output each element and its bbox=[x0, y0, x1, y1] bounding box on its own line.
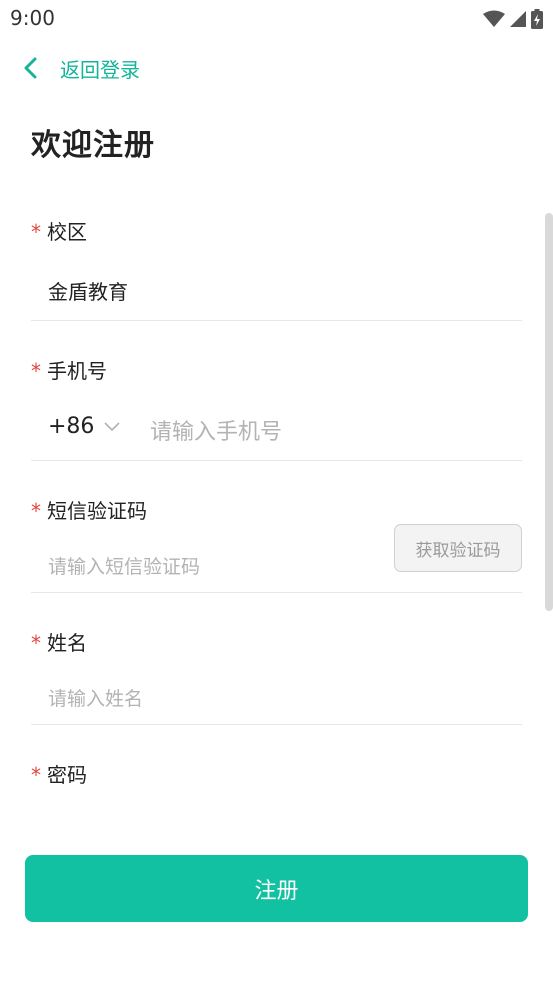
wifi-icon bbox=[483, 10, 505, 27]
chevron-left-icon bbox=[24, 57, 37, 79]
back-label: 返回登录 bbox=[60, 57, 140, 82]
divider bbox=[31, 592, 522, 593]
signal-icon bbox=[510, 11, 526, 27]
required-mark: * bbox=[31, 220, 41, 244]
required-mark: * bbox=[31, 359, 41, 383]
battery-icon bbox=[531, 9, 543, 29]
phone-input[interactable]: 请输入手机号 bbox=[150, 414, 282, 446]
get-code-button[interactable]: 获取验证码 bbox=[394, 524, 522, 572]
scrollbar[interactable] bbox=[545, 213, 553, 611]
page-title: 欢迎注册 bbox=[31, 128, 155, 163]
divider bbox=[31, 460, 522, 461]
name-label: * 姓名 bbox=[31, 631, 87, 655]
sms-code-input[interactable]: 请输入短信验证码 bbox=[48, 552, 200, 579]
register-button[interactable]: 注册 bbox=[25, 855, 528, 922]
password-label: * 密码 bbox=[31, 763, 87, 787]
campus-label: * 校区 bbox=[31, 220, 87, 244]
divider bbox=[31, 320, 522, 321]
divider bbox=[31, 724, 522, 725]
phone-label: * 手机号 bbox=[31, 359, 107, 383]
campus-field[interactable]: 金盾教育 bbox=[48, 276, 128, 305]
status-time: 9:00 bbox=[10, 6, 55, 30]
back-to-login[interactable]: 返回登录 bbox=[22, 52, 140, 84]
required-mark: * bbox=[31, 763, 41, 787]
sms-code-label: * 短信验证码 bbox=[31, 499, 147, 523]
name-input[interactable]: 请输入姓名 bbox=[48, 684, 143, 711]
required-mark: * bbox=[31, 631, 41, 655]
country-code-value: +86 bbox=[48, 414, 95, 439]
chevron-down-icon bbox=[104, 421, 121, 431]
required-mark: * bbox=[31, 499, 41, 523]
country-code-select[interactable]: +86 bbox=[48, 414, 121, 439]
status-bar: 9:00 bbox=[0, 0, 553, 38]
